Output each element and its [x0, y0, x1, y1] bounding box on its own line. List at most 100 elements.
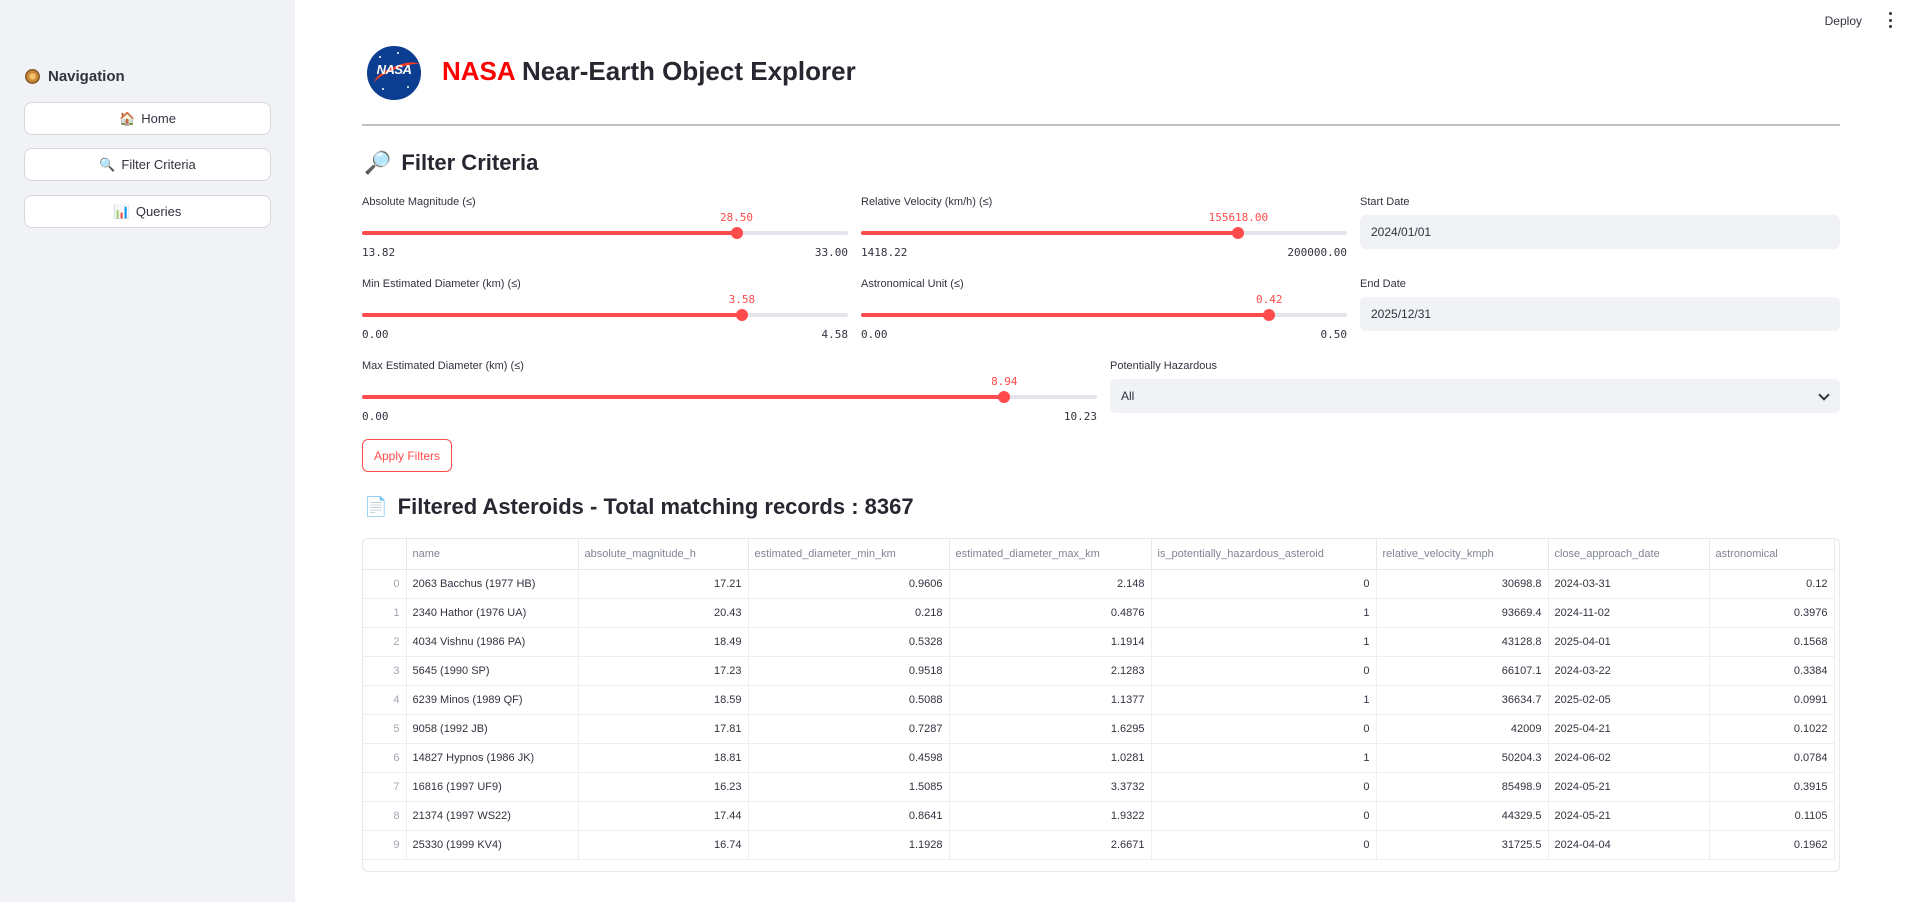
column-header-relative-velocity-kmph[interactable]: relative_velocity_kmph	[1376, 539, 1549, 570]
document-icon: 📄	[364, 497, 388, 518]
slider-min: 0.00	[861, 328, 888, 341]
table-row[interactable]: 2 4034 Vishnu (1986 PA) 18.49 0.5328 1.1914 1…	[363, 627, 1835, 657]
results-table[interactable]: name absolute_magnitude_h estimated_diamet…	[362, 538, 1840, 872]
deploy-button[interactable]: Deploy	[1825, 14, 1862, 28]
table-row[interactable]: 6 14827 Hypnos (1986 JK) 18.81 0.4598 1.0281…	[363, 743, 1835, 773]
relative-velocity-slider: Relative Velocity (km/h) (≤) 155618.00 1…	[861, 196, 1347, 260]
table-cell: 17.23	[578, 656, 749, 686]
table-cell: 0.9518	[748, 656, 950, 686]
slider-max: 4.58	[821, 328, 849, 341]
table-row[interactable]: 0 2063 Bacchus (1977 HB) 17.21 0.9606 2.148 0…	[363, 569, 1835, 599]
slider-track[interactable]: 0.42	[861, 293, 1347, 321]
table-row[interactable]: 5 9058 (1992 JB) 17.81 0.7287 1.6295 0 42009 20…	[363, 714, 1835, 744]
main-menu-icon[interactable]	[1887, 12, 1893, 28]
table-cell: 5645 (1990 SP)	[406, 656, 579, 686]
table-cell: 1	[1151, 743, 1377, 773]
slider-track[interactable]: 155618.00	[861, 211, 1347, 239]
sidebar-item-home[interactable]: 🏠 Home	[24, 102, 271, 135]
slider-value: 8.94	[991, 375, 1018, 388]
table-row[interactable]: 3 5645 (1990 SP) 17.23 0.9518 2.1283 0 66107.1…	[363, 656, 1835, 686]
table-row[interactable]: 8 21374 (1997 WS22) 17.44 0.8641 1.9322 0 4432…	[363, 801, 1835, 831]
table-cell: 0.3915	[1709, 772, 1835, 802]
slider-min: 1418.22	[861, 246, 908, 259]
table-row[interactable]: 1 2340 Hathor (1976 UA) 20.43 0.218 0.4876 1 9…	[363, 598, 1835, 628]
end-date-input[interactable]: 2025/12/31	[1360, 297, 1840, 331]
sidebar: Navigation 🏠 Home 🔍 Filter Criteria 📊 Qu…	[0, 0, 295, 902]
chevron-down-icon	[1818, 389, 1830, 401]
table-cell: 1.1914	[949, 627, 1152, 657]
table-cell: 18.49	[578, 627, 749, 657]
nasa-logo-text: NASA	[376, 62, 412, 77]
table-cell: 1.1377	[949, 685, 1152, 715]
slider-min: 0.00	[362, 410, 389, 423]
slider-track[interactable]: 8.94	[362, 375, 1097, 403]
slider-value: 0.42	[1255, 293, 1283, 306]
table-cell: 0	[1151, 656, 1377, 686]
hazardous-select-value: All	[1121, 389, 1135, 403]
table-row[interactable]: 7 16816 (1997 UF9) 16.23 1.5085 3.3732 0 85498…	[363, 772, 1835, 802]
hazardous-label: Potentially Hazardous	[1110, 360, 1218, 372]
table-cell: 0	[1151, 569, 1377, 599]
column-header-estimated-diameter-min-km[interactable]: estimated_diameter_min_km	[748, 539, 950, 570]
column-header-name[interactable]: name	[406, 539, 579, 570]
table-cell: 0.12	[1709, 569, 1835, 599]
table-cell: 42009	[1376, 714, 1549, 744]
table-cell: 0	[1151, 714, 1377, 744]
magnifier-icon: 🔍	[99, 156, 116, 172]
column-header-astronomical[interactable]: astronomical	[1709, 539, 1835, 570]
start-date-label: Start Date	[1360, 196, 1410, 208]
sidebar-item-filter-criteria[interactable]: 🔍 Filter Criteria	[24, 148, 271, 181]
table-cell: 16.74	[578, 830, 749, 860]
table-cell: 16816 (1997 UF9)	[406, 772, 579, 802]
table-cell: 2.1283	[949, 656, 1152, 686]
table-cell: 2340 Hathor (1976 UA)	[406, 598, 579, 628]
sidebar-item-queries[interactable]: 📊 Queries	[24, 195, 271, 228]
table-cell: 18.59	[578, 685, 749, 715]
column-header-estimated-diameter-max-km[interactable]: estimated_diameter_max_km	[949, 539, 1152, 570]
magnifier-icon: 🔎	[364, 150, 392, 175]
row-index: 6	[363, 743, 407, 773]
table-cell: 2024-05-21	[1548, 772, 1710, 802]
slider-thumb[interactable]	[730, 227, 743, 239]
row-index: 0	[363, 569, 407, 599]
filter-criteria-heading: 🔎 Filter Criteria	[364, 150, 538, 176]
table-cell: 6239 Minos (1989 QF)	[406, 685, 579, 715]
table-row[interactable]: 9 25330 (1999 KV4) 16.74 1.1928 2.6671 0 31725…	[363, 830, 1835, 860]
table-cell: 2.148	[949, 569, 1152, 599]
table-cell: 1.5085	[748, 772, 950, 802]
column-header-close-approach-date[interactable]: close_approach_date	[1548, 539, 1710, 570]
table-cell: 0	[1151, 801, 1377, 831]
slider-thumb[interactable]	[1263, 309, 1276, 321]
table-cell: 2025-02-05	[1548, 685, 1710, 715]
table-cell: 1.0281	[949, 743, 1152, 773]
table-cell: 1.1928	[748, 830, 950, 860]
table-cell: 44329.5	[1376, 801, 1549, 831]
page-title-prefix: NASA	[442, 56, 515, 86]
table-cell: 0.4598	[748, 743, 950, 773]
bar-chart-icon: 📊	[113, 203, 130, 219]
slider-value: 3.58	[728, 293, 756, 306]
slider-track[interactable]: 3.58	[362, 293, 848, 321]
start-date-input[interactable]: 2024/01/01	[1360, 215, 1840, 249]
end-date-label: End Date	[1360, 278, 1406, 290]
hazardous-select[interactable]: All	[1110, 379, 1840, 413]
table-row[interactable]: 4 6239 Minos (1989 QF) 18.59 0.5088 1.1377 1 3…	[363, 685, 1835, 715]
column-header-absolute-magnitude-h[interactable]: absolute_magnitude_h	[578, 539, 749, 570]
table-cell: 17.21	[578, 569, 749, 599]
slider-track[interactable]: 28.50	[362, 211, 848, 239]
slider-thumb[interactable]	[735, 309, 748, 321]
slider-thumb[interactable]	[998, 391, 1011, 403]
table-cell: 2024-03-22	[1548, 656, 1710, 686]
column-header-is-potentially-hazardous-asteroid[interactable]: is_potentially_hazardous_asteroid	[1151, 539, 1377, 570]
table-cell: 0.5328	[748, 627, 950, 657]
slider-label: Max Estimated Diameter (km) (≤)	[362, 360, 524, 372]
start-date-field: Start Date 2024/01/01	[1360, 196, 1840, 252]
slider-fill	[861, 313, 1270, 317]
table-cell: 2025-04-21	[1548, 714, 1710, 744]
apply-filters-button[interactable]: Apply Filters	[362, 439, 452, 472]
slider-min: 13.82	[362, 246, 396, 259]
table-cell: 93669.4	[1376, 598, 1549, 628]
slider-thumb[interactable]	[1232, 227, 1245, 239]
column-header-index[interactable]	[363, 539, 407, 570]
table-cell: 0.1022	[1709, 714, 1835, 744]
